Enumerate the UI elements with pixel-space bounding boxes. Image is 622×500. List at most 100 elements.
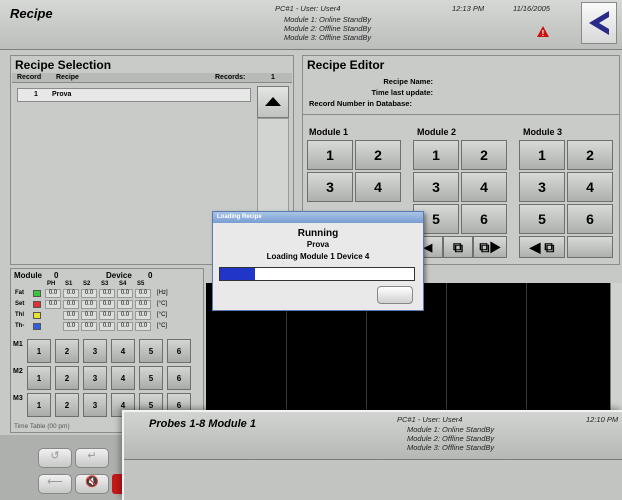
table-cell: 0.0	[99, 300, 115, 309]
recipe-selection-title: Recipe Selection	[15, 58, 112, 72]
recipe-row[interactable]: 1 Prova	[17, 88, 251, 102]
module-device-button[interactable]: 3	[83, 366, 107, 390]
module-device-button[interactable]: 2	[55, 339, 79, 363]
table-cell: 0.0	[63, 322, 79, 331]
table-cell: 0.0	[99, 311, 115, 320]
module2-button-3[interactable]: 3	[413, 172, 459, 202]
recipe-editor-title: Recipe Editor	[307, 58, 385, 72]
module-device-button[interactable]: 4	[111, 366, 135, 390]
module1-button-3[interactable]: 3	[307, 172, 353, 202]
module-device-button[interactable]: 1	[27, 339, 51, 363]
progress-bar	[219, 267, 415, 281]
module-device-panel: Module 0 Device 0 PH S1 S2 S3 S4 S5 Fat 0.0 0.0 0…	[10, 268, 204, 433]
records-label: Records:	[215, 74, 246, 81]
module-device-button[interactable]: 1	[27, 393, 51, 417]
module-device-button[interactable]: 4	[111, 339, 135, 363]
module-device-button[interactable]: 2	[55, 366, 79, 390]
copy-button[interactable]: ⧉	[443, 236, 473, 258]
table-cell: 0.0	[135, 311, 151, 320]
module-row-label: M1	[13, 341, 23, 348]
back-button[interactable]	[581, 2, 617, 44]
table-cell	[45, 322, 61, 331]
row-color-swatch	[33, 312, 41, 319]
table-unit: [°C]	[157, 312, 168, 318]
device-label: Device	[106, 271, 132, 280]
recipe-row-name: Prova	[52, 91, 72, 98]
module-device-button[interactable]: 3	[83, 393, 107, 417]
svg-text:!: !	[542, 29, 545, 37]
module2-label: Module 2	[417, 127, 457, 137]
device-value: 0	[148, 271, 153, 280]
module-button-grid: M1 1 2 3 4 5 6 M2 1 2 3 4 5 6 M3 1 2 3 4 5 6	[11, 339, 205, 421]
return-button[interactable]: ↵	[75, 448, 109, 468]
module1-button-4[interactable]: 4	[355, 172, 401, 202]
table-row-label: Fat	[15, 290, 24, 296]
module-device-button[interactable]: 5	[139, 366, 163, 390]
module-device-button[interactable]: 3	[83, 339, 107, 363]
table-cell: 0.0	[117, 311, 133, 320]
row-color-swatch	[33, 323, 41, 330]
undo-icon: ↺	[50, 450, 60, 462]
progress-fill	[220, 268, 255, 280]
table-cell: 0.0	[117, 300, 133, 309]
caret-left-icon: ◀	[423, 241, 433, 254]
table-unit: [°C]	[157, 323, 168, 329]
overlay-time: 12:10 PM	[586, 415, 619, 424]
scroll-up-button[interactable]	[257, 86, 289, 118]
mute-button[interactable]: 🔇	[75, 474, 109, 494]
table-cell: 0.0	[81, 311, 97, 320]
table-cell	[45, 311, 61, 320]
module2-button-4[interactable]: 4	[461, 172, 507, 202]
dialog-ok-button[interactable]	[377, 286, 413, 304]
module3-button-4[interactable]: 4	[567, 172, 613, 202]
arrow-up-icon	[265, 97, 281, 106]
col-recipe-header: Recipe	[56, 74, 79, 81]
left-arrow-button[interactable]: ⟵	[38, 474, 72, 494]
module3-button-3[interactable]: 3	[519, 172, 565, 202]
module-value: 0	[54, 271, 59, 280]
module2-button-6[interactable]: 6	[461, 204, 507, 234]
module3-button-6[interactable]: 6	[567, 204, 613, 234]
copy-icon: ⧉▶	[479, 238, 501, 255]
dialog-title: Loading Recipe	[213, 212, 423, 223]
module3-blank-button[interactable]	[567, 236, 613, 258]
table-row-label: Set	[15, 301, 25, 307]
module2-button-2[interactable]: 2	[461, 140, 507, 170]
module2-status: Module 2: Offline StandBy	[284, 24, 372, 33]
module2-button-1[interactable]: 1	[413, 140, 459, 170]
table-cell: 0.0	[99, 322, 115, 331]
table-col-header: S2	[83, 281, 91, 287]
table-cell: 0.0	[45, 289, 61, 298]
module1-button-2[interactable]: 2	[355, 140, 401, 170]
module-device-button[interactable]: 6	[167, 366, 191, 390]
module-device-button[interactable]: 6	[167, 339, 191, 363]
table-cell: 0.0	[45, 300, 61, 309]
module-device-button[interactable]: 1	[27, 366, 51, 390]
module3-nav-button[interactable]: ◀ ⧉	[519, 236, 565, 258]
pc-user-label: PC#1 - User: User4	[275, 4, 341, 13]
module3-button-5[interactable]: 5	[519, 204, 565, 234]
module-device-button[interactable]: 2	[55, 393, 79, 417]
value-table: PH S1 S2 S3 S4 S5 Fat 0.0 0.0 0.0 0.0 0.0 0.0 [Hz] Set…	[11, 281, 205, 337]
module3-label: Module 3	[523, 127, 563, 137]
table-col-header: S3	[101, 281, 109, 287]
records-count: 1	[271, 74, 275, 81]
table-cell: 0.0	[63, 289, 79, 298]
row-color-swatch	[33, 301, 41, 308]
page-title: Recipe	[10, 6, 53, 21]
table-col-header: S5	[137, 281, 145, 287]
module-device-button[interactable]: 5	[139, 339, 163, 363]
paste-next-button[interactable]: ⧉▶	[473, 236, 507, 258]
module1-status: Module 1: Online StandBy	[284, 15, 372, 24]
record-number-label: Record Number in Database:	[309, 99, 412, 108]
arrow-left-icon: ⟵	[47, 476, 63, 488]
module1-button-1[interactable]: 1	[307, 140, 353, 170]
table-cell: 0.0	[135, 322, 151, 331]
undo-button[interactable]: ↺	[38, 448, 72, 468]
module1-label: Module 1	[309, 127, 349, 137]
module3-button-2[interactable]: 2	[567, 140, 613, 170]
module3-button-1[interactable]: 1	[519, 140, 565, 170]
table-col-header: S1	[65, 281, 73, 287]
overlay-title: Probes 1-8 Module 1	[149, 418, 256, 430]
control-area: ↺ ↵ ⟵ 🔇	[0, 435, 128, 500]
